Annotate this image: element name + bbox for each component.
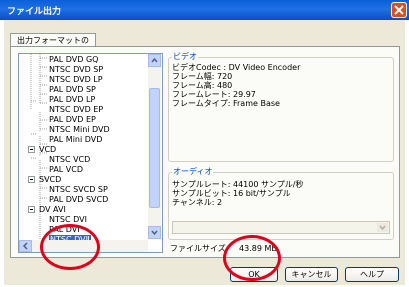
cancel-button[interactable]: キャンセル — [285, 267, 338, 282]
tree-item[interactable]: NTSC Mini DVD — [49, 125, 110, 134]
tree-item[interactable]: VCD — [39, 145, 56, 154]
tree-item[interactable]: PAL VCD — [49, 165, 83, 174]
tree-collapse-icon[interactable] — [28, 206, 35, 213]
tree-item[interactable]: PAL DVD LP — [49, 95, 95, 104]
info-line: サンプルレート: 44100 サンプル/秒 — [172, 180, 304, 189]
window-title: ファイル出力 — [7, 7, 62, 17]
tree-item[interactable]: PAL DVD GQ — [49, 55, 98, 64]
scroll-up-button[interactable] — [148, 54, 161, 67]
annotation-circle-tree — [40, 224, 100, 270]
tree-item[interactable]: NTSC SVCD SP — [49, 185, 108, 194]
tree-item[interactable]: PAL DVD SVCD — [49, 195, 108, 204]
tree-collapse-icon[interactable] — [28, 146, 35, 153]
tree-item[interactable]: NTSC VCD — [49, 155, 90, 164]
scroll-down-button[interactable] — [148, 226, 161, 239]
audio-options-dropdown[interactable] — [172, 221, 390, 234]
tree-item[interactable]: NTSC DVI — [49, 215, 87, 224]
tree-item[interactable]: NTSC DVD SP — [49, 65, 103, 74]
format-tree[interactable]: PAL DVD GQ NTSC DVD SP NTSC DVD LP PAL DVD … — [18, 53, 163, 253]
close-icon — [394, 5, 404, 15]
info-line: フレーム幅: 720 — [172, 72, 233, 81]
chevron-left-icon — [22, 242, 28, 250]
chevron-up-icon — [151, 57, 158, 63]
tree-item[interactable]: NTSC DVD LP — [49, 75, 103, 84]
chevron-down-icon — [151, 230, 158, 236]
info-line: フレーム高: 480 — [172, 81, 233, 90]
tree-item[interactable]: PAL Mini DVD — [49, 135, 102, 144]
info-line: フレームレート: 29.97 — [172, 90, 256, 99]
tree-item[interactable]: PAL DVD EP — [49, 115, 96, 124]
video-group-title: ビデオ — [172, 51, 198, 62]
tree-item[interactable]: DV AVI — [39, 205, 66, 214]
info-line: ビデオCodec : DV Video Encoder — [172, 63, 301, 72]
info-line: サンプルビット: 16 bit/サンプル — [172, 189, 291, 198]
scroll-thumb[interactable] — [149, 88, 160, 208]
combo-arrow — [377, 223, 388, 232]
filesize-label: ファイルサイズ: — [170, 244, 229, 253]
chevron-down-icon — [379, 225, 386, 231]
title-bar: ファイル出力 — [0, 0, 409, 20]
audio-group-title: オーディオ — [172, 166, 214, 177]
close-button[interactable] — [391, 2, 407, 18]
tree-item[interactable]: SVCD — [39, 175, 61, 184]
tree-collapse-icon[interactable] — [28, 176, 35, 183]
help-button[interactable]: ヘルプ — [345, 267, 399, 282]
tree-item[interactable]: NTSC DVD EP — [49, 105, 103, 114]
tab-output-format-settings[interactable]: 出力フォーマットの設定 — [10, 33, 96, 56]
tree-item[interactable]: PAL DVD SP — [49, 85, 96, 94]
info-line: チャンネル: 2 — [172, 198, 223, 207]
annotation-circle-ok — [223, 235, 281, 281]
scroll-left-button[interactable] — [19, 240, 32, 252]
info-line: フレームタイプ: Frame Base — [172, 99, 280, 108]
